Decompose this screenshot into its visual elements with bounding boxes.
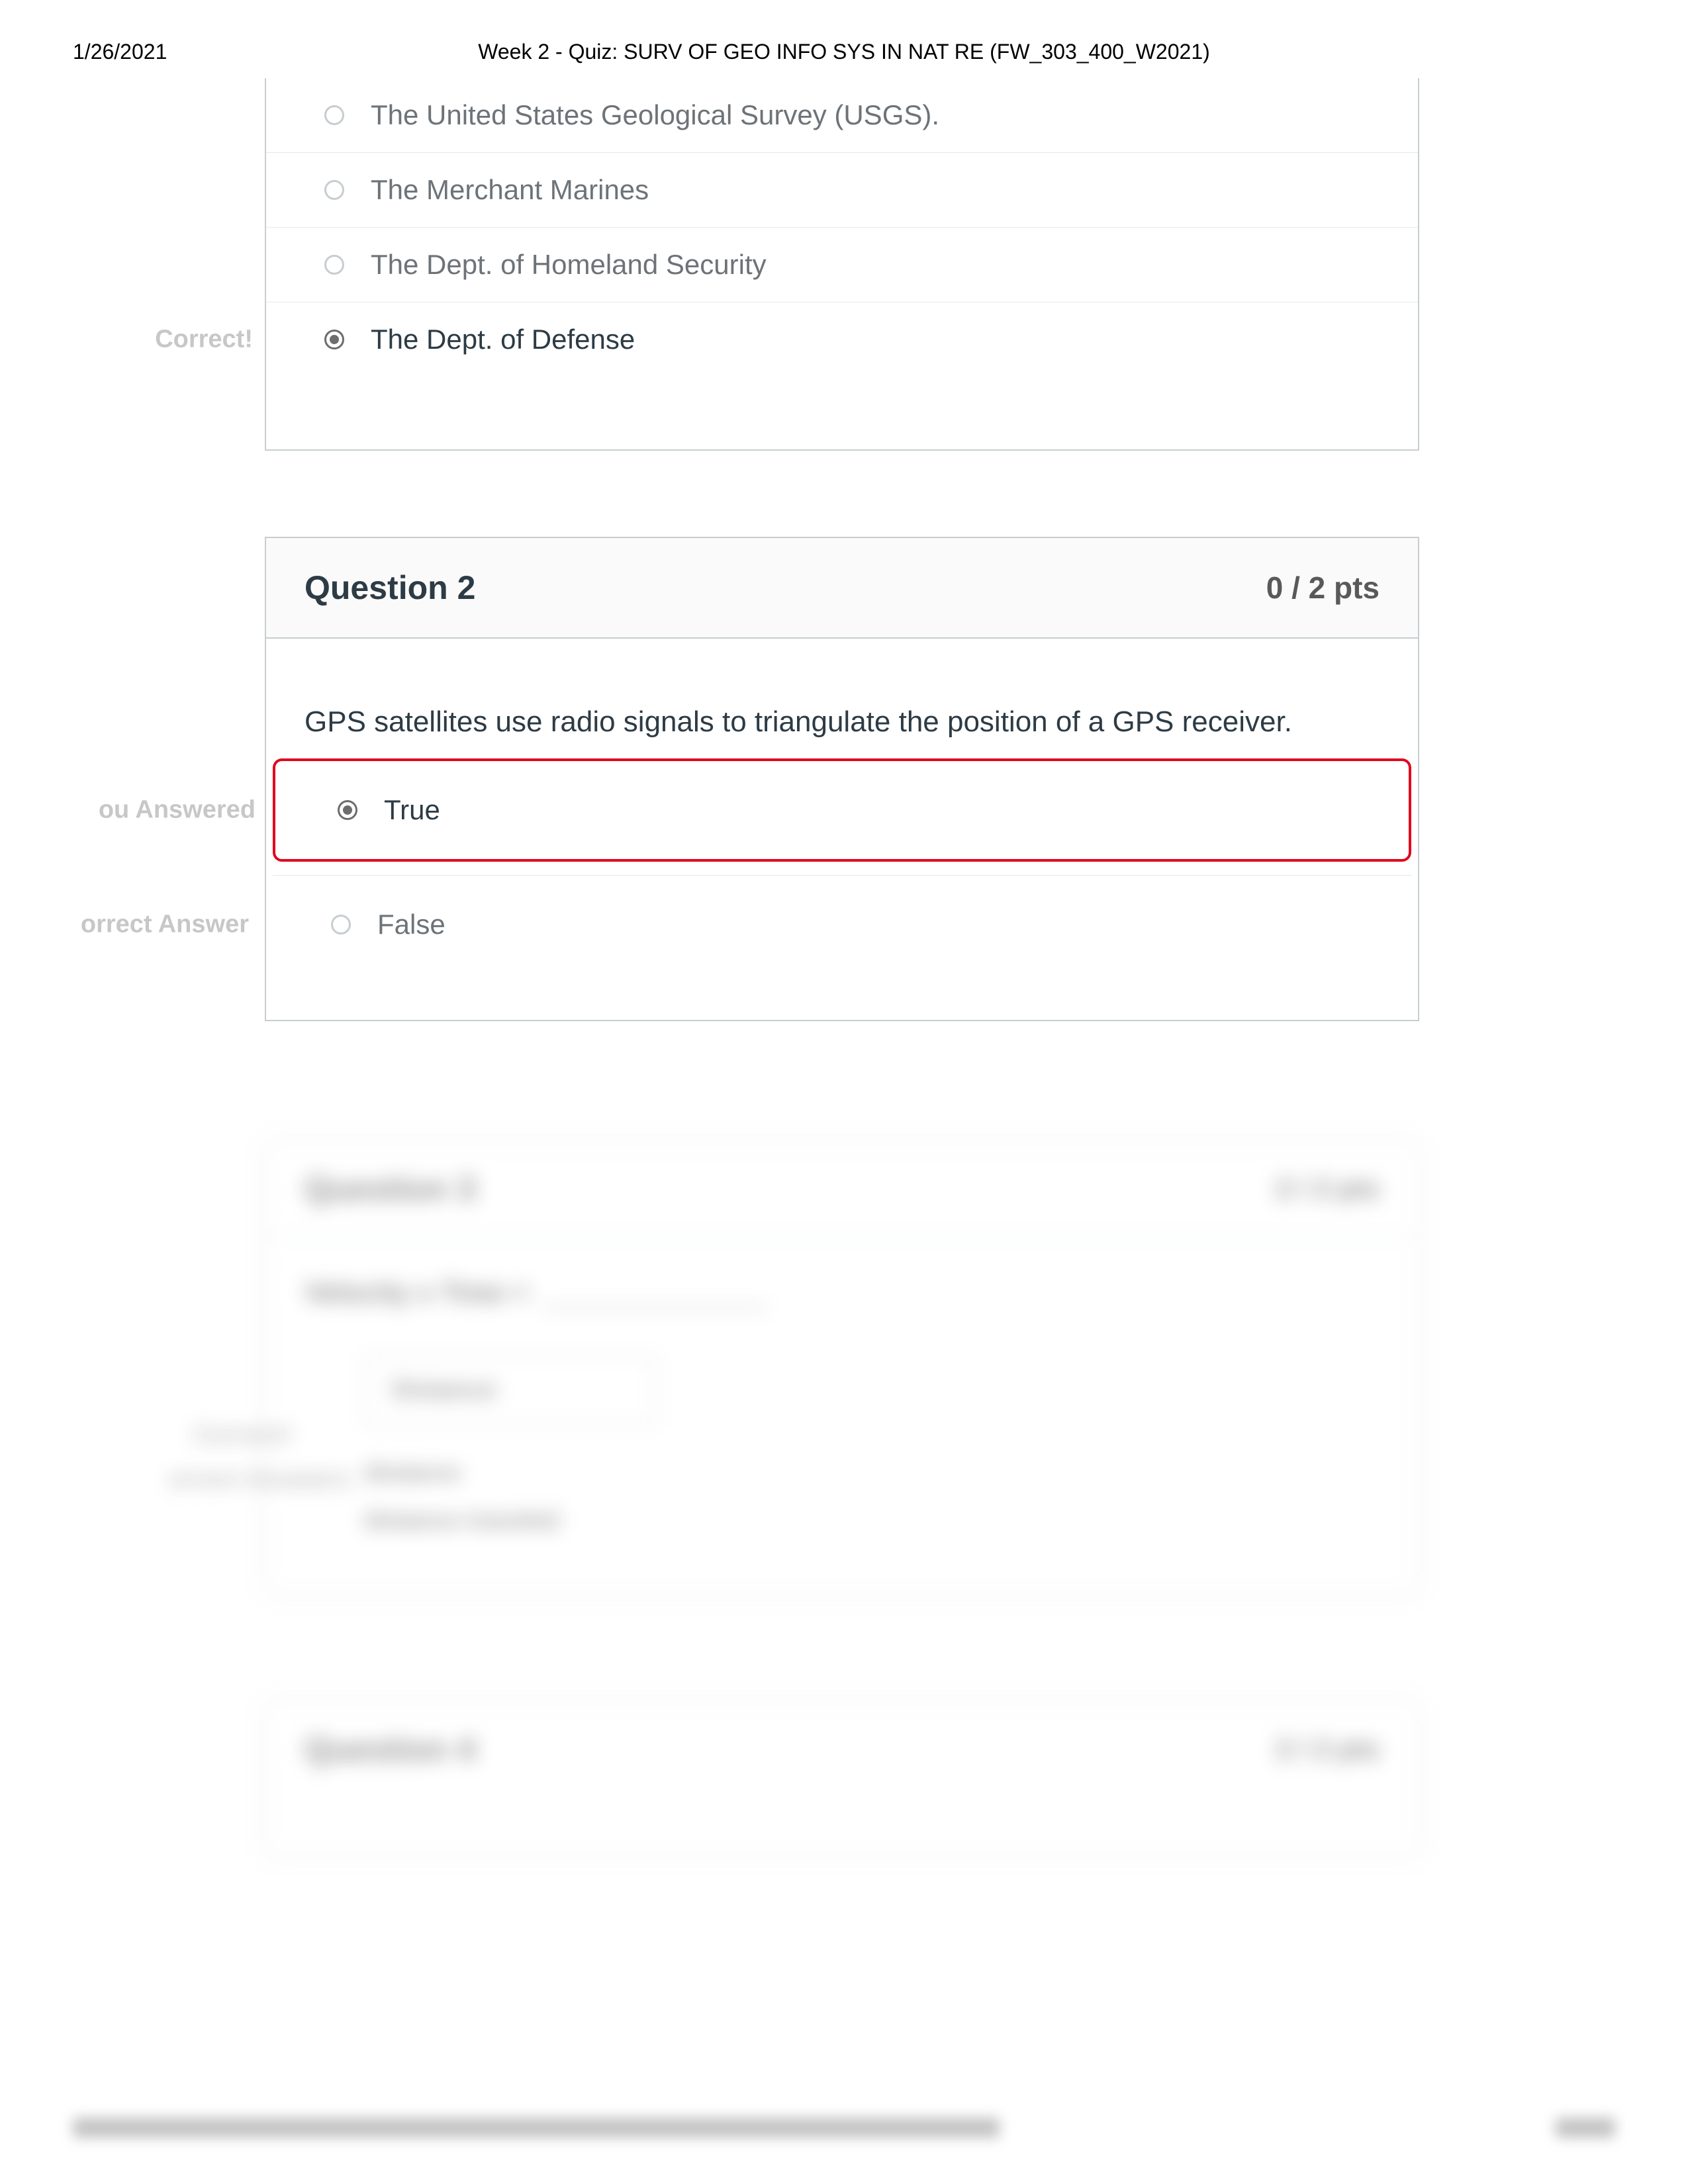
question-title: Question 3	[305, 1169, 475, 1208]
question-prompt: GPS satellites use radio signals to tria…	[266, 639, 1418, 758]
radio-selected-icon	[324, 330, 344, 349]
question-prompt: Velocity x Time =	[305, 1277, 529, 1308]
user-answer-value: Distance	[392, 1376, 496, 1404]
question-title: Question 2	[305, 569, 475, 607]
answer-label: True	[384, 794, 440, 826]
answer-option-wrong[interactable]: ou Answered True	[273, 758, 1411, 862]
radio-icon	[324, 255, 344, 275]
page-footer-locked	[73, 2118, 1615, 2144]
feedback-correct-label: Correct!	[1, 326, 253, 354]
answer-option[interactable]: The Merchant Marines	[266, 152, 1418, 227]
answer-label: The Dept. of Homeland Security	[371, 249, 767, 281]
question-points: 0 / 2 pts	[1266, 570, 1380, 606]
quiz-content: The United States Geological Survey (USG…	[265, 78, 1419, 1857]
question-points: 2 / 2 pts	[1276, 1733, 1380, 1765]
answer-label: The Dept. of Defense	[371, 324, 635, 355]
correct-answer-value: distance traveled	[364, 1506, 1380, 1534]
correct-answer-value: distance	[364, 1459, 1380, 1486]
feedback-you-answered-label: ou Answered	[4, 796, 256, 825]
feedback-correct-answer-label: orrect Answer	[0, 911, 249, 939]
answer-option-selected[interactable]: Correct! The Dept. of Defense	[266, 302, 1418, 377]
question-1-card: The United States Geological Survey (USG…	[265, 78, 1419, 451]
radio-icon	[324, 105, 344, 125]
answer-option[interactable]: orrect Answer False	[269, 876, 1415, 974]
answer-label: False	[377, 909, 445, 940]
radio-icon	[324, 180, 344, 200]
radio-icon	[331, 915, 351, 934]
page-title: Week 2 - Quiz: SURV OF GEO INFO SYS IN N…	[0, 40, 1688, 64]
radio-selected-icon	[338, 800, 357, 820]
question-4-card-locked: Question 4 2 / 2 pts	[265, 1701, 1419, 1857]
question-points: 2 / 2 pts	[1276, 1173, 1380, 1205]
answer-label: The Merchant Marines	[371, 174, 649, 206]
question-2-card: Question 2 0 / 2 pts GPS satellites use …	[265, 537, 1419, 1021]
fill-in-answer-box: Distance	[364, 1355, 655, 1426]
question-title: Question 4	[305, 1730, 475, 1768]
feedback-correct-label: Correct!	[40, 1421, 291, 1449]
feedback-correct-answers-label: orrect Answers	[99, 1465, 351, 1494]
answer-option[interactable]: The United States Geological Survey (USG…	[266, 78, 1418, 152]
locked-preview-region: Question 3 2 / 2 pts Velocity x Time = C…	[265, 1140, 1419, 1857]
question-header: Question 2 0 / 2 pts	[266, 538, 1418, 639]
answer-option[interactable]: The Dept. of Homeland Security	[266, 227, 1418, 302]
question-3-card-locked: Question 3 2 / 2 pts Velocity x Time = C…	[265, 1140, 1419, 1595]
answer-label: The United States Geological Survey (USG…	[371, 99, 939, 131]
